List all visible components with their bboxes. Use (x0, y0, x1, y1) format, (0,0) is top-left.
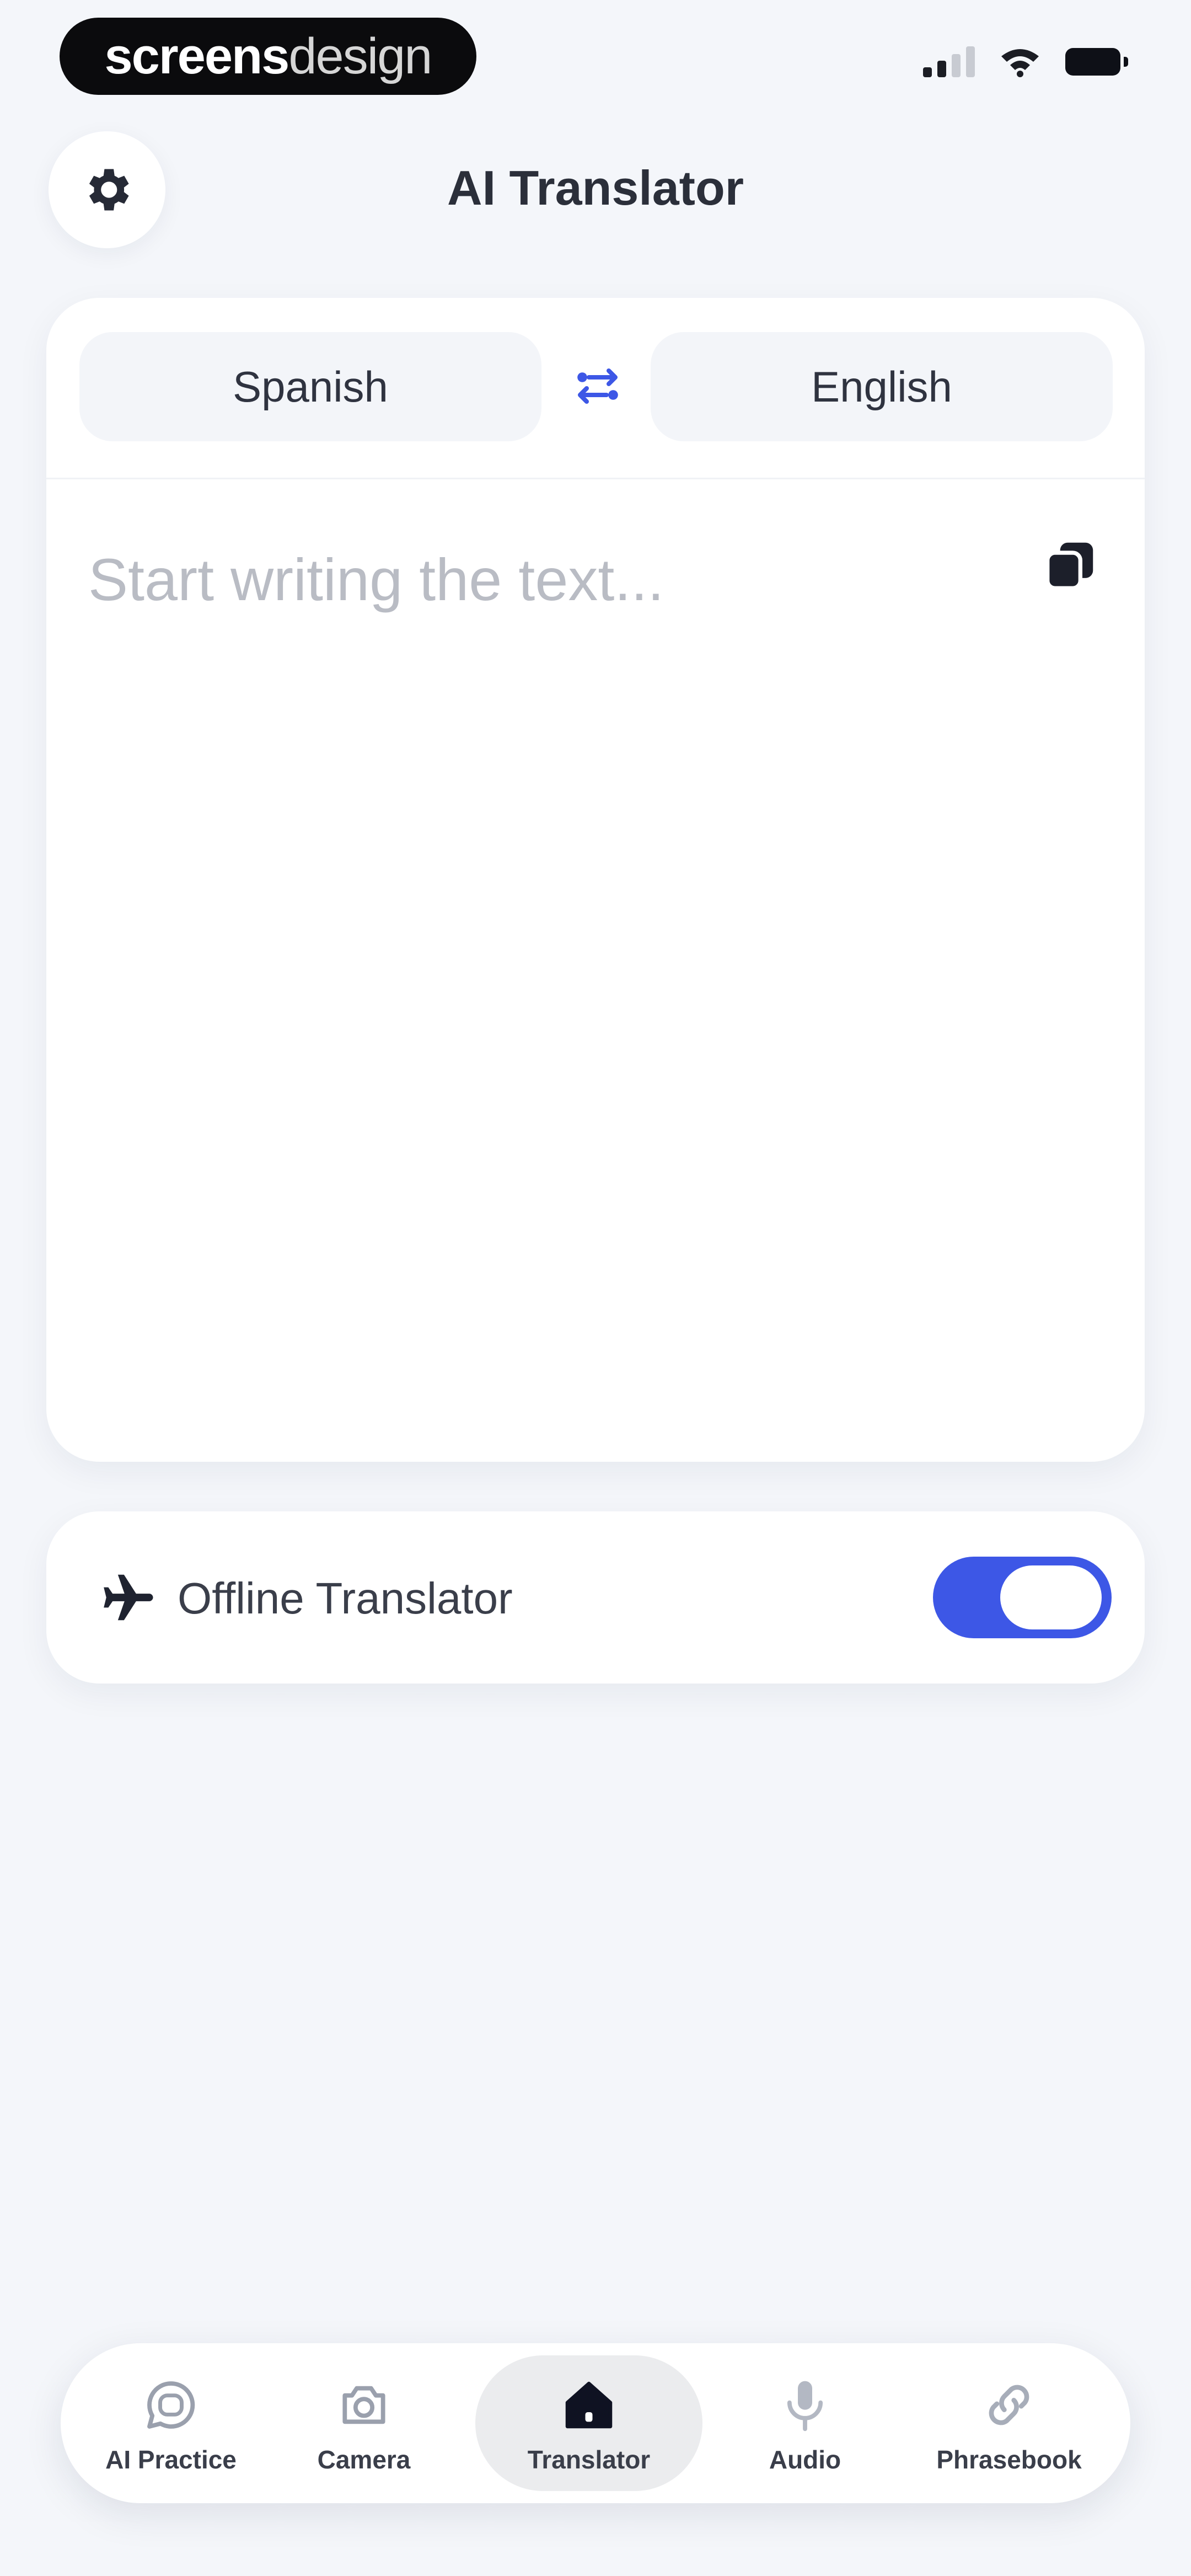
battery-icon (1065, 48, 1128, 76)
camera-icon (342, 2386, 385, 2424)
target-language-button[interactable]: English (651, 332, 1113, 441)
brand-logo: screens design (60, 18, 476, 95)
tab-camera[interactable]: Camera (292, 2355, 436, 2491)
chat-bubble-icon (147, 2381, 195, 2429)
status-bar: screens design (0, 0, 1191, 121)
page-title: AI Translator (447, 161, 744, 215)
swap-arrows-icon (577, 368, 618, 404)
home-icon (565, 2381, 613, 2429)
tab-phrasebook[interactable]: Phrasebook (910, 2355, 1108, 2491)
translator-card: Spanish English (46, 298, 1145, 1462)
status-icons (923, 46, 1128, 77)
tab-label: AI Practice (105, 2445, 237, 2474)
brand-logo-bold: screens (104, 28, 290, 84)
tab-ai-practice[interactable]: AI Practice (83, 2355, 259, 2491)
tab-label: Camera (317, 2445, 411, 2474)
toggle-knob (1000, 1565, 1102, 1629)
offline-translator-label: Offline Translator (178, 1574, 513, 1623)
source-language-button[interactable]: Spanish (79, 332, 541, 441)
tab-bar: AI Practice Camera Translator Audio Phra… (61, 2343, 1130, 2503)
copy-button[interactable] (1029, 524, 1112, 607)
offline-translator-toggle[interactable] (933, 1557, 1112, 1638)
screen: screens design AI Translator Spanish Eng… (0, 0, 1191, 2576)
tab-audio[interactable]: Audio (733, 2355, 877, 2491)
offline-translator-row: Offline Translator (46, 1511, 1145, 1684)
brand-logo-light: design (288, 28, 432, 84)
tab-label: Phrasebook (936, 2445, 1082, 2474)
copy-icon (1045, 542, 1093, 590)
link-icon (989, 2385, 1029, 2425)
microphone-icon (787, 2381, 823, 2431)
tab-translator[interactable]: Translator (475, 2355, 702, 2491)
cellular-signal-icon (923, 46, 975, 77)
airplane-icon-wrap (96, 1564, 162, 1631)
tab-label: Translator (527, 2445, 651, 2474)
swap-languages-button[interactable] (565, 353, 631, 419)
tab-label: Audio (769, 2445, 841, 2474)
translation-text-input[interactable] (88, 535, 970, 623)
wifi-icon (1001, 49, 1039, 77)
card-divider (46, 478, 1145, 479)
airplane-icon (104, 1574, 153, 1621)
